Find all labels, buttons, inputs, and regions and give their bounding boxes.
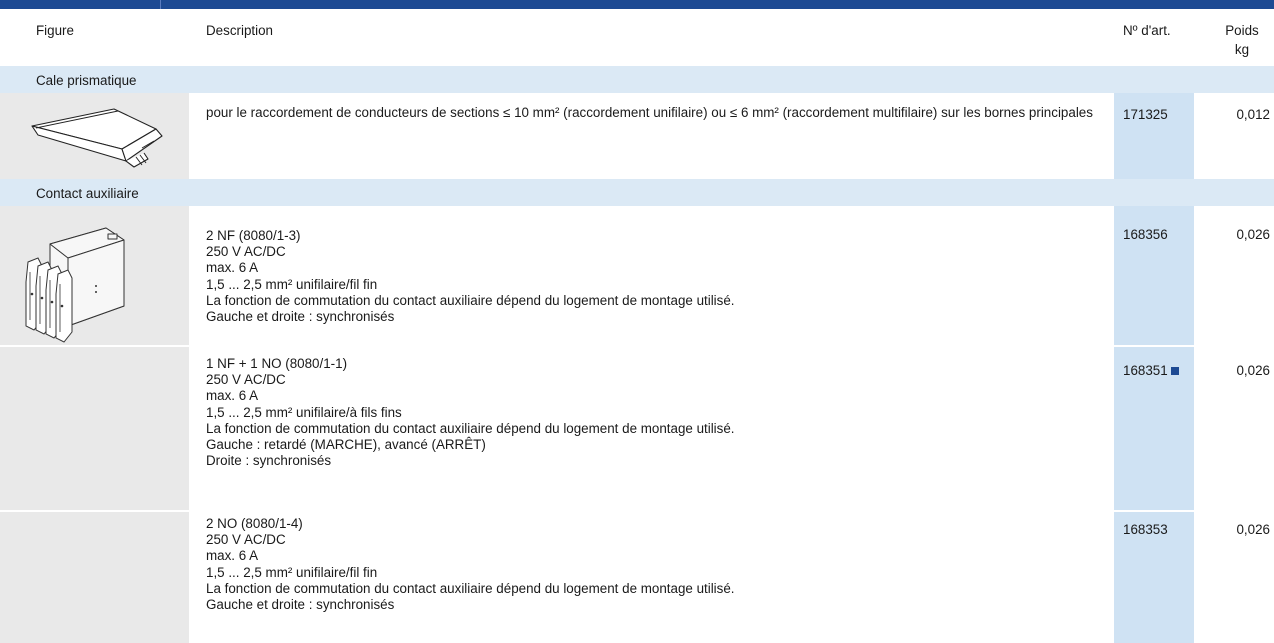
header-weight-unit: kg [1234, 42, 1250, 57]
header-art-no: Nº d'art. [1123, 23, 1171, 38]
description-block: 2 NF (8080/1-3) 250 V AC/DC max. 6 A 1,5… [206, 228, 1102, 325]
art-column-cell [1114, 93, 1194, 179]
weight-value: 0,026 [1236, 522, 1270, 537]
description-line: 250 V AC/DC [206, 244, 286, 260]
weight-value: 0,026 [1236, 363, 1270, 378]
weight-value: 0,026 [1236, 227, 1270, 242]
blue-square-icon [1170, 367, 1179, 375]
section-title: Contact auxiliaire [36, 186, 139, 201]
prismatic-wedge-drawing-icon [31, 108, 163, 168]
figure-cell [0, 93, 189, 179]
description-line: 1,5 ... 2,5 mm² unifilaire/à fils fins [206, 404, 402, 420]
article-number: 171325 [1123, 107, 1168, 122]
description-line: max. 6 A [206, 260, 259, 276]
description-line: La fonction de commutation du contact au… [206, 420, 735, 436]
section-header-cale-prismatique: Cale prismatique [0, 66, 1274, 93]
description-line: 1,5 ... 2,5 mm² unifilaire/fil fin [206, 276, 378, 292]
description-line: 2 NF (8080/1-3) [206, 228, 301, 243]
weight-value: 0,012 [1236, 107, 1270, 122]
figure-cell [0, 206, 189, 643]
description-block: 1 NF + 1 NO (8080/1-1) 250 V AC/DC max. … [206, 356, 1102, 469]
header-weight-label: Poids [1225, 23, 1259, 38]
auxiliary-contact-drawing-icon [25, 227, 125, 343]
description-line: max. 6 A [206, 548, 259, 564]
description-line: 250 V AC/DC [206, 372, 286, 388]
description-line: 1,5 ... 2,5 mm² unifilaire/fil fin [206, 564, 378, 580]
section-title: Cale prismatique [36, 73, 137, 88]
description-line: La fonction de commutation du contact au… [206, 580, 735, 596]
header-figure: Figure [36, 23, 74, 38]
article-number: 168351 [1123, 363, 1168, 378]
description-line: 2 NO (8080/1-4) [206, 516, 303, 531]
description-text: pour le raccordement de conducteurs de s… [206, 105, 1093, 120]
art-column-cell [1114, 206, 1194, 643]
description-line: 1 NF + 1 NO (8080/1-1) [206, 356, 348, 371]
header-weight: Poids kg [1222, 21, 1262, 59]
article-number: 168353 [1123, 522, 1168, 537]
top-accent-bar [0, 0, 1274, 9]
top-bar-tick [160, 0, 161, 9]
description-line: La fonction de commutation du contact au… [206, 292, 735, 308]
description-line: max. 6 A [206, 388, 259, 404]
header-description: Description [206, 23, 273, 38]
description-line: Droite : synchronisés [206, 453, 332, 469]
description-line: Gauche : retardé (MARCHE), avancé (ARRÊT… [206, 437, 486, 453]
row-divider [0, 345, 1274, 347]
table-header: Figure Description Nº d'art. Poids kg [0, 9, 1274, 66]
description-line: Gauche et droite : synchronisés [206, 597, 395, 613]
description-block: 2 NO (8080/1-4) 250 V AC/DC max. 6 A 1,5… [206, 516, 1102, 613]
description-line: 250 V AC/DC [206, 532, 286, 548]
article-number-cell: 168351 [1123, 363, 1179, 379]
article-number: 168356 [1123, 227, 1168, 242]
section-header-contact-auxiliaire: Contact auxiliaire [0, 179, 1274, 206]
row-divider [0, 510, 1274, 512]
description-line: Gauche et droite : synchronisés [206, 309, 395, 325]
